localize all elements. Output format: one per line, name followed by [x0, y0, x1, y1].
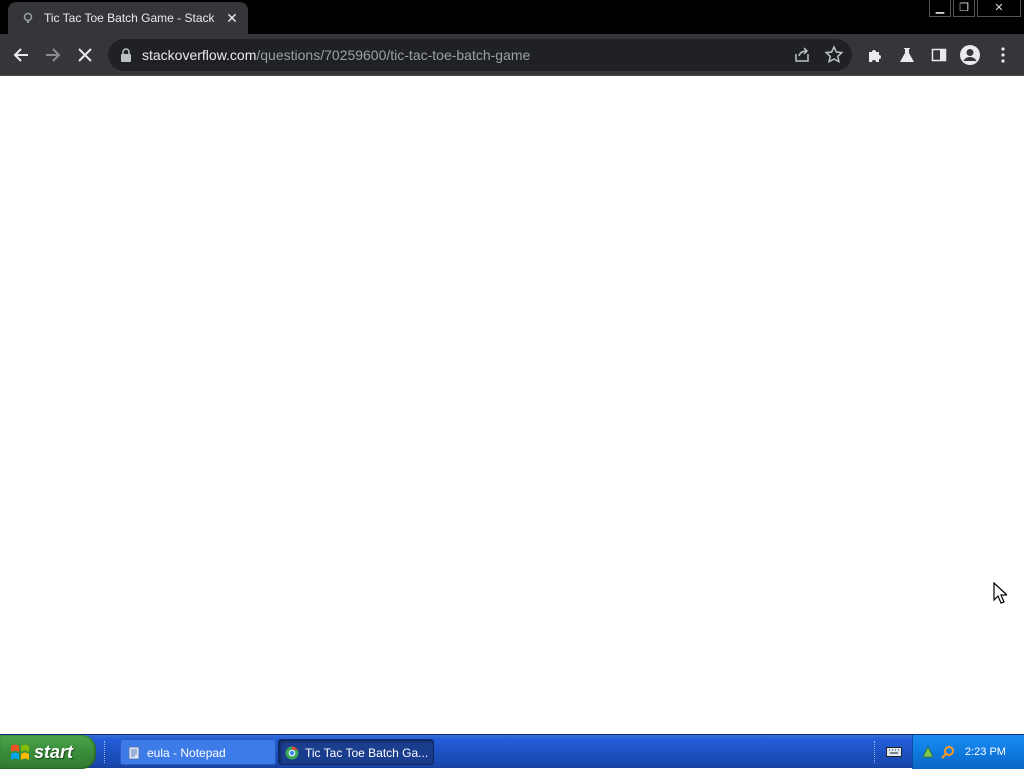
back-arrow-icon — [13, 48, 28, 62]
system-tray: 2:23 PM — [912, 735, 1024, 769]
profile-button[interactable] — [957, 42, 983, 68]
extensions-icon — [869, 50, 881, 62]
url-domain: stackoverflow.com — [142, 47, 257, 63]
browser-titlebar: Tic Tac Toe Batch Game - Stack O ✕ ▁ ❐ ✕ — [0, 0, 1024, 34]
browser-toolbar: stackoverflow.com/questions/70259600/tic… — [0, 34, 1024, 76]
mouse-cursor-icon — [993, 582, 1007, 604]
chrome-icon — [285, 746, 299, 760]
page-content[interactable] — [0, 76, 1024, 734]
url-path: /questions/70259600/tic-tac-toe-batch-ga… — [256, 47, 531, 63]
address-bar[interactable]: stackoverflow.com/questions/70259600/tic… — [108, 39, 852, 71]
lock-icon[interactable] — [120, 48, 132, 62]
network-icon[interactable] — [921, 745, 935, 759]
side-panel-icon — [931, 48, 947, 62]
side-panel-button[interactable] — [926, 42, 952, 68]
stop-loading-button[interactable] — [72, 42, 98, 68]
windows-flag-icon — [11, 744, 29, 760]
keyboard-language-icon[interactable] — [886, 747, 902, 757]
taskbar-item-label: eula - Notepad — [147, 746, 226, 760]
forward-button[interactable] — [40, 42, 66, 68]
window-minimize-button[interactable]: ▁ — [929, 0, 951, 17]
taskbar-clock[interactable]: 2:23 PM — [965, 744, 1006, 760]
browser-tab[interactable]: Tic Tac Toe Batch Game - Stack O ✕ — [8, 2, 248, 34]
window-restore-button[interactable]: ❐ — [953, 0, 975, 17]
bookmark-star-icon[interactable] — [824, 45, 844, 65]
profile-icon — [960, 45, 980, 65]
tab-close-icon[interactable]: ✕ — [224, 10, 240, 26]
stop-icon — [78, 48, 92, 62]
quicklaunch-separator — [104, 741, 108, 763]
taskbar-item-label: Tic Tac Toe Batch Ga... — [305, 746, 429, 760]
share-icon[interactable] — [792, 45, 812, 65]
taskbar: start eula - Notepad Tic Tac Toe Batch G… — [0, 734, 1024, 769]
tab-title: Tic Tac Toe Batch Game - Stack O — [44, 11, 214, 25]
labs-button[interactable] — [894, 42, 920, 68]
url-text[interactable]: stackoverflow.com/questions/70259600/tic… — [142, 47, 742, 63]
back-button[interactable] — [8, 42, 34, 68]
labs-icon — [900, 48, 914, 62]
extensions-button[interactable] — [862, 42, 888, 68]
menu-dots-icon — [1001, 47, 1005, 63]
start-label: start — [34, 742, 74, 762]
forward-arrow-icon — [46, 48, 61, 62]
tray-separator — [874, 741, 878, 763]
search-icon[interactable] — [941, 745, 955, 759]
taskbar-item-notepad[interactable]: eula - Notepad — [120, 739, 276, 765]
taskbar-item-chrome[interactable]: Tic Tac Toe Batch Ga... — [278, 739, 434, 765]
start-button[interactable]: start — [0, 735, 96, 769]
browser-menu-button[interactable] — [990, 42, 1016, 68]
window-close-button[interactable]: ✕ — [977, 0, 1021, 17]
loading-favicon-icon — [23, 12, 33, 23]
notepad-icon — [128, 746, 140, 760]
